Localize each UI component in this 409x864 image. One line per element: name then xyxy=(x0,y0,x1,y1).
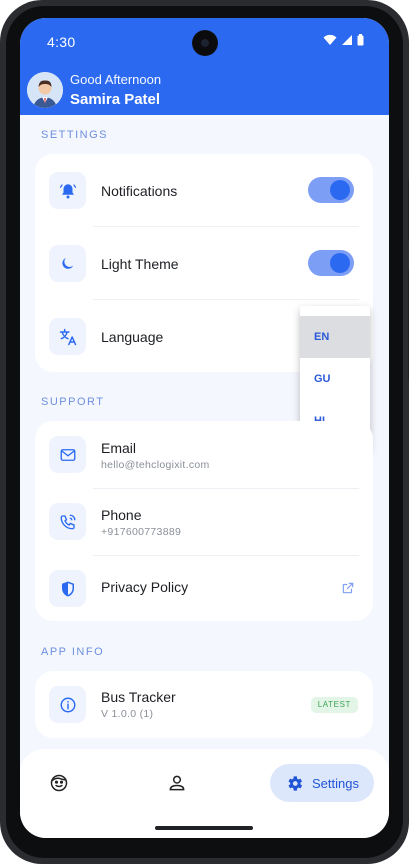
app-info-card: Bus Tracker V 1.0.0 (1) LATEST xyxy=(35,671,373,738)
battery-icon xyxy=(357,34,364,46)
moon-icon xyxy=(62,257,74,269)
privacy-row[interactable]: Privacy Policy xyxy=(35,556,373,621)
bottom-nav: Settings xyxy=(20,749,389,838)
language-icon-box xyxy=(49,318,86,355)
theme-row[interactable]: Light Theme xyxy=(35,227,373,299)
language-option-gu[interactable]: GU xyxy=(300,358,370,400)
signal-icon xyxy=(342,35,352,45)
screen: 4:30 Good Afternoon Samira Patel SETTING… xyxy=(20,18,389,838)
email-row[interactable]: Email hello@tehclogixit.com xyxy=(35,421,373,488)
device-frame: 4:30 Good Afternoon Samira Patel SETTING… xyxy=(0,0,409,864)
nav-profile[interactable] xyxy=(162,765,192,801)
theme-label: Light Theme xyxy=(101,256,179,272)
toggle-knob xyxy=(330,180,350,200)
phone-label: Phone xyxy=(101,507,142,523)
latest-badge: LATEST xyxy=(310,697,358,713)
email-label: Email xyxy=(101,440,137,456)
app-version: V 1.0.0 (1) xyxy=(101,708,154,720)
app-info-icon-box xyxy=(49,686,86,723)
notifications-row[interactable]: Notifications xyxy=(35,154,373,226)
user-avatar-icon xyxy=(27,72,63,108)
email-value[interactable]: hello@tehclogixit.com xyxy=(101,459,210,471)
support-card: Email hello@tehclogixit.com Phone +91760… xyxy=(35,421,373,621)
phone-icon-box xyxy=(49,503,86,540)
phone-icon xyxy=(60,514,75,529)
gesture-home-bar[interactable] xyxy=(155,826,253,830)
settings-section-title: SETTINGS xyxy=(41,129,109,141)
user-name: Samira Patel xyxy=(70,91,161,108)
app-header: 4:30 Good Afternoon Samira Patel xyxy=(20,18,389,115)
theme-icon-box xyxy=(49,245,86,282)
info-icon xyxy=(60,697,75,712)
notifications-toggle[interactable] xyxy=(308,177,354,203)
privacy-icon-box xyxy=(49,570,86,607)
support-section-title: SUPPORT xyxy=(41,396,105,408)
wifi-icon xyxy=(323,34,337,45)
bell-icon xyxy=(59,183,76,198)
privacy-label: Privacy Policy xyxy=(101,579,189,595)
translate-icon xyxy=(59,328,76,345)
toggle-knob xyxy=(330,253,350,273)
status-time: 4:30 xyxy=(47,34,76,50)
mail-icon xyxy=(60,448,75,461)
nav-face[interactable] xyxy=(44,765,74,801)
external-link-icon[interactable] xyxy=(341,581,355,595)
app-name: Bus Tracker xyxy=(101,689,176,705)
greeting-text: Good Afternoon xyxy=(70,72,162,87)
gear-icon xyxy=(288,775,303,791)
language-option-en[interactable]: EN xyxy=(300,316,370,358)
app-info-row: Bus Tracker V 1.0.0 (1) LATEST xyxy=(35,671,373,738)
avatar[interactable] xyxy=(27,72,63,108)
nav-settings-label: Settings xyxy=(312,775,359,791)
notifications-icon-box xyxy=(49,172,86,209)
app-info-section-title: APP INFO xyxy=(41,646,105,658)
status-icons xyxy=(323,34,364,46)
phone-value[interactable]: +917600773889 xyxy=(101,526,181,538)
shield-icon xyxy=(61,581,74,596)
front-camera xyxy=(193,31,217,55)
nav-settings[interactable]: Settings xyxy=(270,764,374,802)
phone-row[interactable]: Phone +917600773889 xyxy=(35,489,373,555)
person-icon xyxy=(169,775,185,791)
language-label: Language xyxy=(101,329,164,345)
face-icon xyxy=(50,774,68,792)
email-icon-box xyxy=(49,436,86,473)
notifications-label: Notifications xyxy=(101,183,178,199)
theme-toggle[interactable] xyxy=(308,250,354,276)
